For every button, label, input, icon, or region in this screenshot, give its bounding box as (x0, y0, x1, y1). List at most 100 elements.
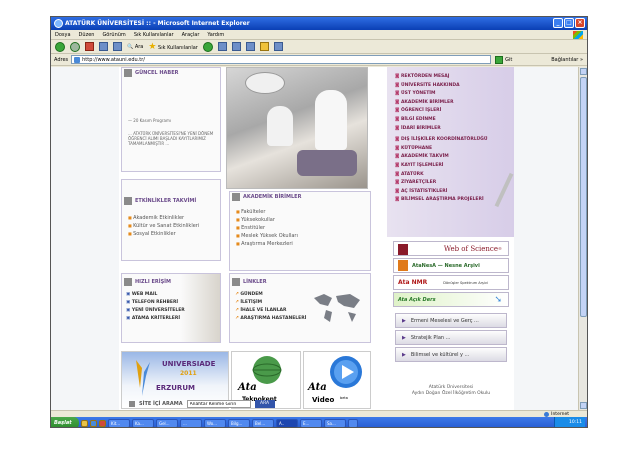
ata-open-course-link[interactable]: Ata Açık Ders ➘ (393, 292, 509, 307)
messenger-icon[interactable] (273, 42, 283, 51)
calendar-icon (124, 197, 132, 205)
status-bar: Internet (51, 410, 587, 417)
quick-appointment-criteria[interactable]: ATAMA KRİTERLERİ (126, 315, 220, 323)
menu-favorites[interactable]: Sık Kullanılanlar (134, 30, 174, 39)
news-panel: GÜNCEL HABER — 20 Kasım Programı ... ATA… (121, 67, 221, 172)
menu-library[interactable]: KÜTÜPHANE (395, 145, 514, 154)
events-item-academic[interactable]: Akademik Etkinlikler (128, 214, 220, 222)
quicklaunch-ie-icon[interactable] (90, 419, 97, 427)
menu-edit[interactable]: Düzen (79, 30, 95, 39)
atanmr-link[interactable]: Ata NMR Dönüşler Spektrum Arşivi (393, 275, 509, 290)
taskbar-item[interactable]: Wo... (204, 418, 226, 427)
menu-about[interactable]: ÜNİVERSİTE HAKKINDA (395, 82, 514, 91)
menu-visitors[interactable]: ZİYARETÇİLER (395, 179, 514, 188)
taskbar-item-active[interactable]: A.. (276, 418, 298, 427)
web-of-science-link[interactable]: Web of Science ® (393, 241, 509, 256)
mail-icon[interactable] (217, 42, 227, 51)
academic-item-faculties[interactable]: Fakülteler (236, 208, 370, 216)
history-icon[interactable] (202, 41, 213, 52)
web-page: GÜNCEL HABER — 20 Kasım Programı ... ATA… (119, 67, 514, 410)
favorites-button[interactable]: ★ Sık Kullanılanlar (148, 42, 197, 52)
menu-academic-calendar[interactable]: AKADEMİK TAKVİM (395, 153, 514, 162)
edit-icon[interactable] (245, 42, 255, 51)
quicklaunch-icon[interactable] (81, 419, 88, 427)
academic-item-institutes[interactable]: Enstitüler (236, 224, 370, 232)
window-title: ATATÜRK ÜNİVERSİTESİ :: - Microsoft Inte… (65, 20, 250, 27)
stop-icon[interactable] (85, 42, 94, 51)
taskbar-item[interactable] (348, 418, 358, 427)
menu-student-affairs[interactable]: ÖĞRENCİ İŞLERİ (395, 107, 514, 116)
quick-new-universities[interactable]: YENİ ÜNİVERSİTELER (126, 307, 220, 315)
menu-admin-units[interactable]: İDARİ BİRİMLER (395, 125, 514, 134)
nav-armenian-question[interactable]: ▶ Ermeni Meselesi ve Gerç ... (395, 313, 507, 328)
taskbar-item[interactable]: Bilg... (228, 418, 250, 427)
vertical-scrollbar[interactable] (578, 67, 587, 410)
links-icon (232, 278, 240, 286)
menu-registration[interactable]: KAYIT İŞLEMLERİ (395, 162, 514, 171)
scroll-up-icon[interactable] (580, 68, 587, 75)
academic-item-vocational[interactable]: Meslek Yüksek Okulları (236, 232, 370, 240)
events-item-culture[interactable]: Kültür ve Sanat Etkinlikleri (128, 222, 220, 230)
folder-icon[interactable] (259, 42, 269, 51)
menu-ataturk[interactable]: ATATÜRK (395, 171, 514, 180)
scroll-thumb[interactable] (580, 77, 587, 317)
taskbar-item[interactable]: Kit... (108, 418, 130, 427)
photo-person (315, 90, 347, 150)
taskbar-item[interactable]: Sa... (324, 418, 346, 427)
maximize-button[interactable]: □ (564, 18, 574, 28)
right-menu-list: REKTÖRDEN MESAJ ÜNİVERSİTE HAKKINDA ÜST … (395, 73, 514, 205)
scroll-down-icon[interactable] (580, 402, 587, 409)
nav-strategic-plan[interactable]: ▶ Stratejik Plan ... (395, 330, 507, 345)
academic-item-research[interactable]: Araştırma Merkezleri (236, 240, 370, 248)
menu-information[interactable]: BİLGİ EDİNME (395, 116, 514, 125)
taskbar-item[interactable]: ... (180, 418, 202, 427)
taskbar-item[interactable]: E... (300, 418, 322, 427)
menu-help[interactable]: Yardım (207, 30, 224, 39)
go-arrow-icon[interactable] (495, 55, 504, 64)
site-search-input[interactable] (186, 400, 251, 408)
menu-foreign-relations[interactable]: DIŞ İLİŞKİLER KOORDİNATÖRLÜĞÜ (395, 136, 514, 145)
site-search-button[interactable]: ARA (254, 400, 275, 408)
quick-access-icon (124, 278, 132, 286)
internet-globe-icon (544, 411, 550, 417)
menu-management[interactable]: ÜST YÖNETİM (395, 90, 514, 99)
back-icon[interactable] (55, 41, 65, 52)
quick-webmail[interactable]: WEB MAIL (126, 291, 220, 299)
home-icon[interactable] (113, 42, 122, 51)
taskbar-item[interactable]: Ka... (132, 418, 154, 427)
menu-statistics[interactable]: AÇ İSTATİSTİKLERİ (395, 188, 514, 197)
go-button[interactable]: Git (505, 57, 512, 63)
search-button[interactable]: 🔍 Ara (127, 44, 143, 50)
academic-item-schools[interactable]: Yüksekokullar (236, 216, 370, 224)
refresh-icon[interactable] (99, 42, 108, 51)
quick-phonebook[interactable]: TELEFON REHBERİ (126, 299, 220, 307)
menu-academic-units[interactable]: AKADEMİK BİRİMLER (395, 99, 514, 108)
wos-logo-icon (398, 244, 408, 255)
close-button[interactable]: × (575, 18, 585, 28)
atanesa-link[interactable]: AtaNesA — Nesne Arşivi (393, 258, 509, 273)
ie-icon (54, 19, 63, 28)
quicklaunch-icon[interactable] (99, 419, 106, 427)
links-panel: LİNKLER GÜNDEM İLETİŞİM İHALE VE İLANLAR… (229, 273, 371, 343)
taskbar-item[interactable]: Gel... (156, 418, 178, 427)
clock[interactable]: 10:11 (569, 420, 582, 425)
forward-icon[interactable] (70, 41, 80, 52)
events-item-social[interactable]: Sosyal Etkinlikler (128, 230, 220, 238)
menu-view[interactable]: Görünüm (102, 30, 125, 39)
menu-tools[interactable]: Araçlar (182, 30, 200, 39)
news-snippet[interactable]: — 20 Kasım Programı ... ATATÜRK ÜNİVERSİ… (122, 78, 220, 146)
menu-rector-message[interactable]: REKTÖRDEN MESAJ (395, 73, 514, 82)
links-button[interactable]: Bağlantılar » (551, 57, 583, 63)
academic-list: Fakülteler Yüksekokullar Enstitüler Mesl… (230, 208, 370, 248)
minimize-button[interactable]: _ (553, 18, 563, 28)
title-bar[interactable]: ATATÜRK ÜNİVERSİTESİ :: - Microsoft Inte… (51, 17, 587, 30)
footer-text: Atatürk Üniversitesi Aydın Doğan Özel İl… (411, 385, 491, 396)
quick-access-panel: HIZLI ERİŞİM WEB MAIL TELEFON REHBERİ YE… (121, 273, 221, 343)
address-input[interactable]: http://www.atauni.edu.tr/ (71, 55, 492, 64)
print-icon[interactable] (231, 42, 241, 51)
menu-file[interactable]: Dosya (55, 30, 71, 39)
taskbar-item[interactable]: Bel... (252, 418, 274, 427)
quick-access-title: HIZLI ERİŞİM (122, 277, 220, 287)
start-button[interactable]: Başlat (51, 417, 79, 427)
nav-scientific-cultural[interactable]: ▶ Bilimsel ve kültürel y ... (395, 347, 507, 362)
